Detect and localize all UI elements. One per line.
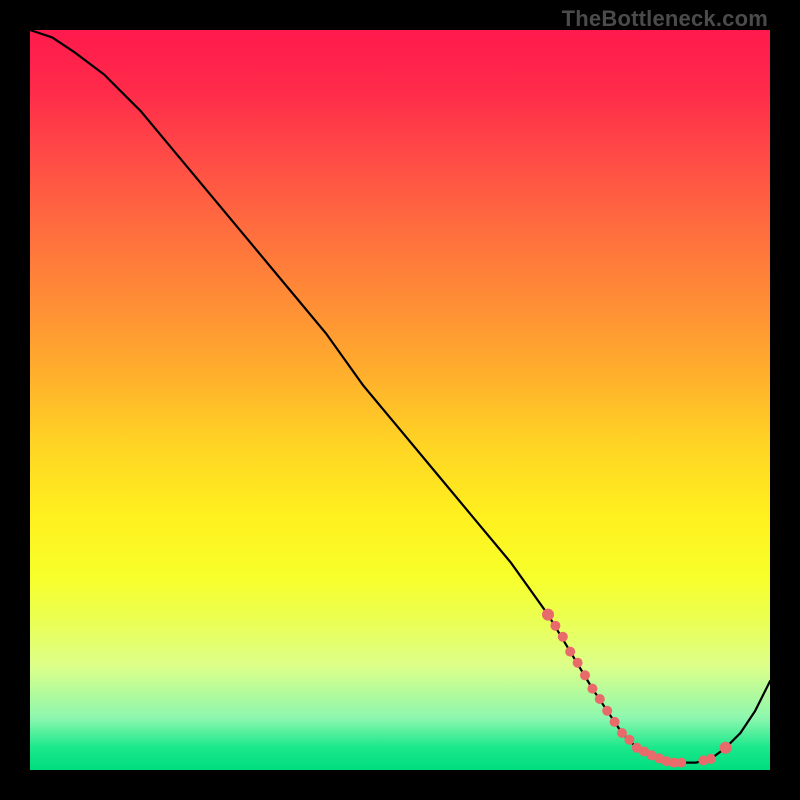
- plot-area: [30, 30, 770, 770]
- highlight-dot: [558, 632, 568, 642]
- highlight-dot: [720, 742, 732, 754]
- highlight-dot: [676, 758, 686, 768]
- highlight-dot: [573, 658, 583, 668]
- curve-layer: [30, 30, 770, 770]
- highlight-dots: [542, 609, 732, 768]
- highlight-dot: [624, 735, 634, 745]
- highlight-dot: [595, 694, 605, 704]
- highlight-dot: [602, 706, 612, 716]
- highlight-dot: [610, 717, 620, 727]
- highlight-dot: [565, 647, 575, 657]
- highlight-dot: [550, 621, 560, 631]
- chart-frame: TheBottleneck.com: [0, 0, 800, 800]
- watermark-text: TheBottleneck.com: [562, 6, 768, 32]
- bottleneck-curve: [30, 30, 770, 763]
- highlight-dot: [580, 670, 590, 680]
- highlight-dot: [542, 609, 554, 621]
- highlight-dot: [617, 728, 627, 738]
- highlight-dot: [587, 684, 597, 694]
- highlight-dot: [706, 754, 716, 764]
